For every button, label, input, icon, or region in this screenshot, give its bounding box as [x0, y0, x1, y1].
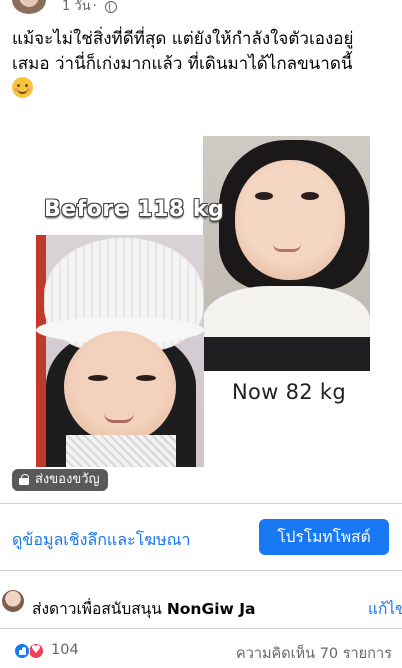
post-timestamp[interactable]: 1 วัน ·	[62, 0, 99, 14]
divider	[0, 570, 402, 571]
now-photo	[203, 136, 370, 371]
caption-line-2: เสมอ ว่านี่ก็เก่งมากแล้ว ที่เดินมาได้ไกล…	[12, 54, 353, 74]
stars-support-text: ส่งดาวเพื่อสนับสนุน NonGiw Ja	[32, 596, 255, 621]
send-gift-button[interactable]: ส่งของขวัญ	[12, 469, 108, 491]
post-header: 1 วัน ·	[0, 0, 402, 22]
like-reaction-icon	[14, 643, 30, 659]
edit-link[interactable]: แก้ไข	[368, 596, 402, 621]
post-time-text: 1 วัน	[62, 0, 91, 14]
send-gift-label: ส่งของขวัญ	[35, 472, 100, 487]
before-photo	[36, 235, 204, 467]
smiling-face-emoji-icon	[12, 77, 33, 98]
divider	[0, 628, 402, 629]
caption-line-1: แม้จะไม่ใช่สิ่งที่ดีที่สุด แต่ยังให้กำลั…	[12, 29, 354, 49]
now-weight-label: Now 82 kg	[232, 380, 346, 404]
stars-support-prefix: ส่งดาวเพื่อสนับสนุน	[32, 600, 162, 618]
separator-dot: ·	[92, 0, 97, 14]
reaction-count[interactable]: 104	[51, 642, 79, 658]
divider	[0, 503, 402, 504]
view-insights-link[interactable]: ดูข้อมูลเชิงลึกและโฆษณา	[12, 528, 190, 553]
comments-count[interactable]: ความคิดเห็น 70 รายการ	[236, 642, 392, 665]
before-weight-label: Before 118 kg	[44, 197, 225, 222]
post-caption: แม้จะไม่ใช่สิ่งที่ดีที่สุด แต่ยังให้กำลั…	[12, 27, 397, 102]
avatar[interactable]	[2, 590, 24, 612]
globe-icon	[105, 1, 117, 13]
gift-icon	[18, 474, 30, 486]
promote-post-button[interactable]: โปรโมทโพสต์	[259, 519, 389, 555]
love-reaction-icon	[28, 642, 44, 659]
avatar[interactable]	[12, 0, 46, 14]
reactions-summary[interactable]: 104 ความคิดเห็น 70 รายการ	[0, 640, 402, 662]
page-name[interactable]: NonGiw Ja	[167, 600, 256, 618]
stars-support-row: ส่งดาวเพื่อสนับสนุน NonGiw Ja แก้ไข	[0, 584, 402, 624]
